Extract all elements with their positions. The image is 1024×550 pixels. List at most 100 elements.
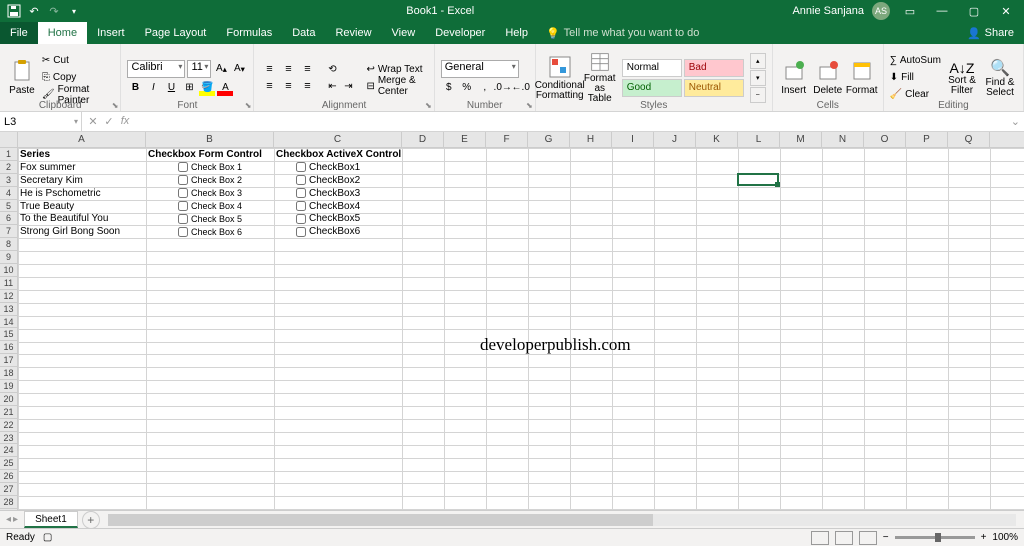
border-button[interactable]: ⊞ [181,80,197,96]
align-middle-icon[interactable]: ≡ [279,61,297,77]
font-launcher-icon[interactable]: ⬊ [245,101,252,110]
share-button[interactable]: 👤 Share [967,27,1024,40]
delete-cells-button[interactable]: Delete [813,52,843,104]
row-header[interactable]: 6 [0,212,17,225]
row-header[interactable]: 1 [0,148,17,161]
bold-button[interactable]: B [127,80,143,96]
cut-button[interactable]: ✂Cut [42,53,115,69]
normal-view-button[interactable] [811,531,829,545]
autosum-button[interactable]: ∑AutoSum [890,53,941,69]
style-good[interactable]: Good [622,79,682,97]
row-header[interactable]: 3 [0,174,17,187]
name-box[interactable]: L3 [0,112,82,131]
row-header[interactable]: 28 [0,496,17,509]
zoom-level[interactable]: 100% [992,532,1018,543]
col-header[interactable]: Q [948,132,990,147]
redo-icon[interactable]: ↷ [46,3,62,19]
select-all-corner[interactable] [0,132,18,147]
decrease-indent-icon[interactable]: ⇤ [324,78,340,94]
col-header[interactable]: K [696,132,738,147]
tab-help[interactable]: Help [495,22,538,44]
tab-nav-last-icon[interactable]: ▸ [13,514,18,525]
number-launcher-icon[interactable]: ⬊ [526,101,533,110]
close-button[interactable]: ✕ [994,0,1018,22]
sort-filter-button[interactable]: A↓Z Sort & Filter [945,52,979,104]
style-neutral[interactable]: Neutral [684,79,744,97]
italic-button[interactable]: I [145,80,161,96]
increase-font-icon[interactable]: A▴ [213,61,229,77]
row-header[interactable]: 26 [0,470,17,483]
underline-button[interactable]: U [163,80,179,96]
tab-home[interactable]: Home [38,22,87,44]
row-header[interactable]: 23 [0,432,17,445]
align-top-icon[interactable]: ≡ [260,61,278,77]
activex-checkbox[interactable]: CheckBox3 [294,187,384,200]
row-header[interactable]: 20 [0,393,17,406]
col-header[interactable]: F [486,132,528,147]
align-right-icon[interactable]: ≡ [298,78,316,94]
clipboard-launcher-icon[interactable]: ⬊ [112,101,119,110]
cell[interactable]: To the Beautiful You [18,213,146,226]
styles-scroll-up-icon[interactable]: ▴ [750,53,766,69]
font-size-combo[interactable]: 11 [187,60,211,78]
format-as-table-button[interactable]: Format as Table [582,52,618,104]
tab-formulas[interactable]: Formulas [216,22,282,44]
decrease-decimal-icon[interactable]: ←.0 [513,80,529,96]
cancel-formula-icon[interactable]: ✕ [86,115,100,128]
row-header[interactable]: 14 [0,316,17,329]
tab-nav-first-icon[interactable]: ◂ [6,514,11,525]
fx-icon[interactable]: fx [118,115,132,128]
enter-formula-icon[interactable]: ✓ [102,115,116,128]
tab-developer[interactable]: Developer [425,22,495,44]
col-header[interactable]: A [18,132,146,147]
col-header[interactable]: L [738,132,780,147]
cell[interactable]: True Beauty [18,200,146,213]
insert-cells-button[interactable]: Insert [779,52,809,104]
cell[interactable]: Series [18,148,146,161]
row-header[interactable]: 12 [0,290,17,303]
sheet-tab[interactable]: Sheet1 [24,511,78,528]
expand-formula-icon[interactable]: ⌄ [1007,115,1024,128]
zoom-slider[interactable] [895,536,975,539]
col-header[interactable]: H [570,132,612,147]
col-header[interactable]: P [906,132,948,147]
activex-checkbox[interactable]: CheckBox6 [294,225,384,238]
fill-color-button[interactable]: 🪣 [199,80,215,96]
form-checkbox[interactable]: Check Box 1 [176,161,266,174]
tab-page-layout[interactable]: Page Layout [135,22,217,44]
row-header[interactable]: 15 [0,328,17,341]
row-header[interactable]: 25 [0,457,17,470]
zoom-out-button[interactable]: − [883,532,889,543]
find-select-button[interactable]: 🔍 Find & Select [983,52,1017,104]
format-cells-button[interactable]: Format [847,52,877,104]
col-header[interactable]: D [402,132,444,147]
styles-scroll-down-icon[interactable]: ▾ [750,70,766,86]
form-checkbox[interactable]: Check Box 2 [176,174,266,187]
alignment-launcher-icon[interactable]: ⬊ [425,101,432,110]
maximize-button[interactable]: ▢ [962,0,986,22]
increase-indent-icon[interactable]: ⇥ [340,78,356,94]
form-checkbox[interactable]: Check Box 3 [176,187,266,200]
selected-cell[interactable] [737,173,779,186]
form-checkbox[interactable]: Check Box 6 [176,225,266,238]
align-bottom-icon[interactable]: ≡ [298,61,316,77]
tab-review[interactable]: Review [325,22,381,44]
cell[interactable]: Strong Girl Bong Soon [18,225,146,238]
form-checkbox[interactable]: Check Box 5 [176,213,266,226]
merge-center-button[interactable]: ⊟Merge & Center [366,78,427,94]
font-color-button[interactable]: A [217,80,233,96]
percent-format-icon[interactable]: % [459,80,475,96]
user-name[interactable]: Annie Sanjana [792,5,864,17]
row-header[interactable]: 16 [0,341,17,354]
col-header[interactable]: C [274,132,402,147]
activex-checkbox[interactable]: CheckBox5 [294,213,384,226]
cell[interactable]: Secretary Kim [18,174,146,187]
style-bad[interactable]: Bad [684,59,744,77]
tab-data[interactable]: Data [282,22,325,44]
accounting-format-icon[interactable]: $ [441,80,457,96]
row-header[interactable]: 17 [0,354,17,367]
macro-record-icon[interactable]: ▢ [43,532,52,543]
page-layout-view-button[interactable] [835,531,853,545]
decrease-font-icon[interactable]: A▾ [231,61,247,77]
form-checkbox[interactable]: Check Box 4 [176,200,266,213]
